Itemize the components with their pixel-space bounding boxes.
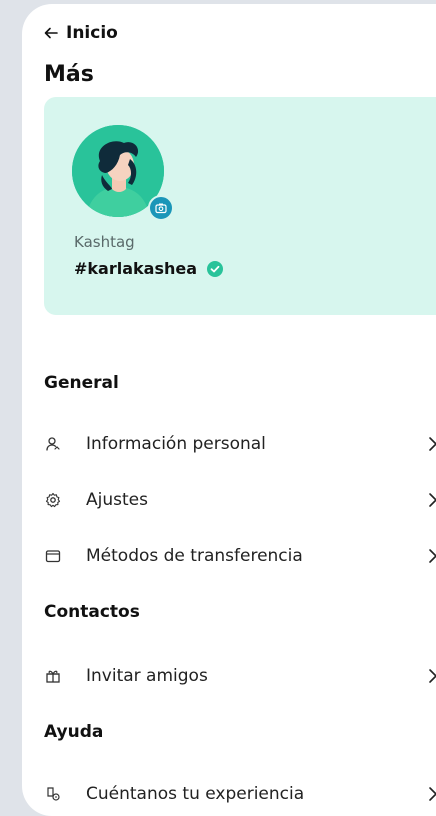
- menu-item-ajustes[interactable]: Ajustes: [44, 482, 436, 518]
- chevron-right-icon: [429, 437, 436, 451]
- back-label: Inicio: [66, 23, 118, 43]
- camera-badge[interactable]: [148, 195, 174, 221]
- wallet-icon: [44, 547, 62, 565]
- page-title: Más: [44, 62, 94, 87]
- screen: Inicio Más Kashtag #karlakashea General …: [22, 4, 436, 816]
- kashtag-handle: #karlakashea: [74, 259, 198, 278]
- menu-label: Invitar amigos: [86, 666, 208, 686]
- arrow-left-icon: [44, 27, 58, 39]
- menu-item-metodos-de-transferencia[interactable]: Métodos de transferencia: [44, 538, 436, 574]
- chevron-right-icon: [429, 669, 436, 683]
- menu-label: Métodos de transferencia: [86, 546, 303, 566]
- back-button[interactable]: Inicio: [44, 20, 118, 46]
- feedback-icon: [44, 785, 62, 803]
- menu-label: Cuéntanos tu experiencia: [86, 784, 305, 804]
- section-title-contactos: Contactos: [44, 602, 140, 622]
- avatar[interactable]: [72, 125, 174, 221]
- kashtag-handle-row: #karlakashea: [74, 259, 224, 278]
- verified-check-icon: [207, 260, 224, 277]
- gear-icon: [44, 491, 62, 509]
- menu-item-informacion-personal[interactable]: Información personal: [44, 426, 436, 462]
- gift-icon: [44, 667, 62, 685]
- chevron-right-icon: [429, 787, 436, 801]
- menu-item-cuentanos-tu-experiencia[interactable]: Cuéntanos tu experiencia: [44, 776, 436, 812]
- section-title-ayuda: Ayuda: [44, 722, 104, 742]
- menu-label: Información personal: [86, 434, 266, 454]
- menu-item-invitar-amigos[interactable]: Invitar amigos: [44, 658, 436, 694]
- chevron-right-icon: [429, 493, 436, 507]
- profile-card: Kashtag #karlakashea: [44, 97, 436, 315]
- user-icon: [44, 435, 62, 453]
- kashtag-label: Kashtag: [74, 233, 135, 251]
- camera-icon: [155, 203, 167, 214]
- chevron-right-icon: [429, 549, 436, 563]
- section-title-general: General: [44, 373, 119, 393]
- menu-label: Ajustes: [86, 490, 148, 510]
